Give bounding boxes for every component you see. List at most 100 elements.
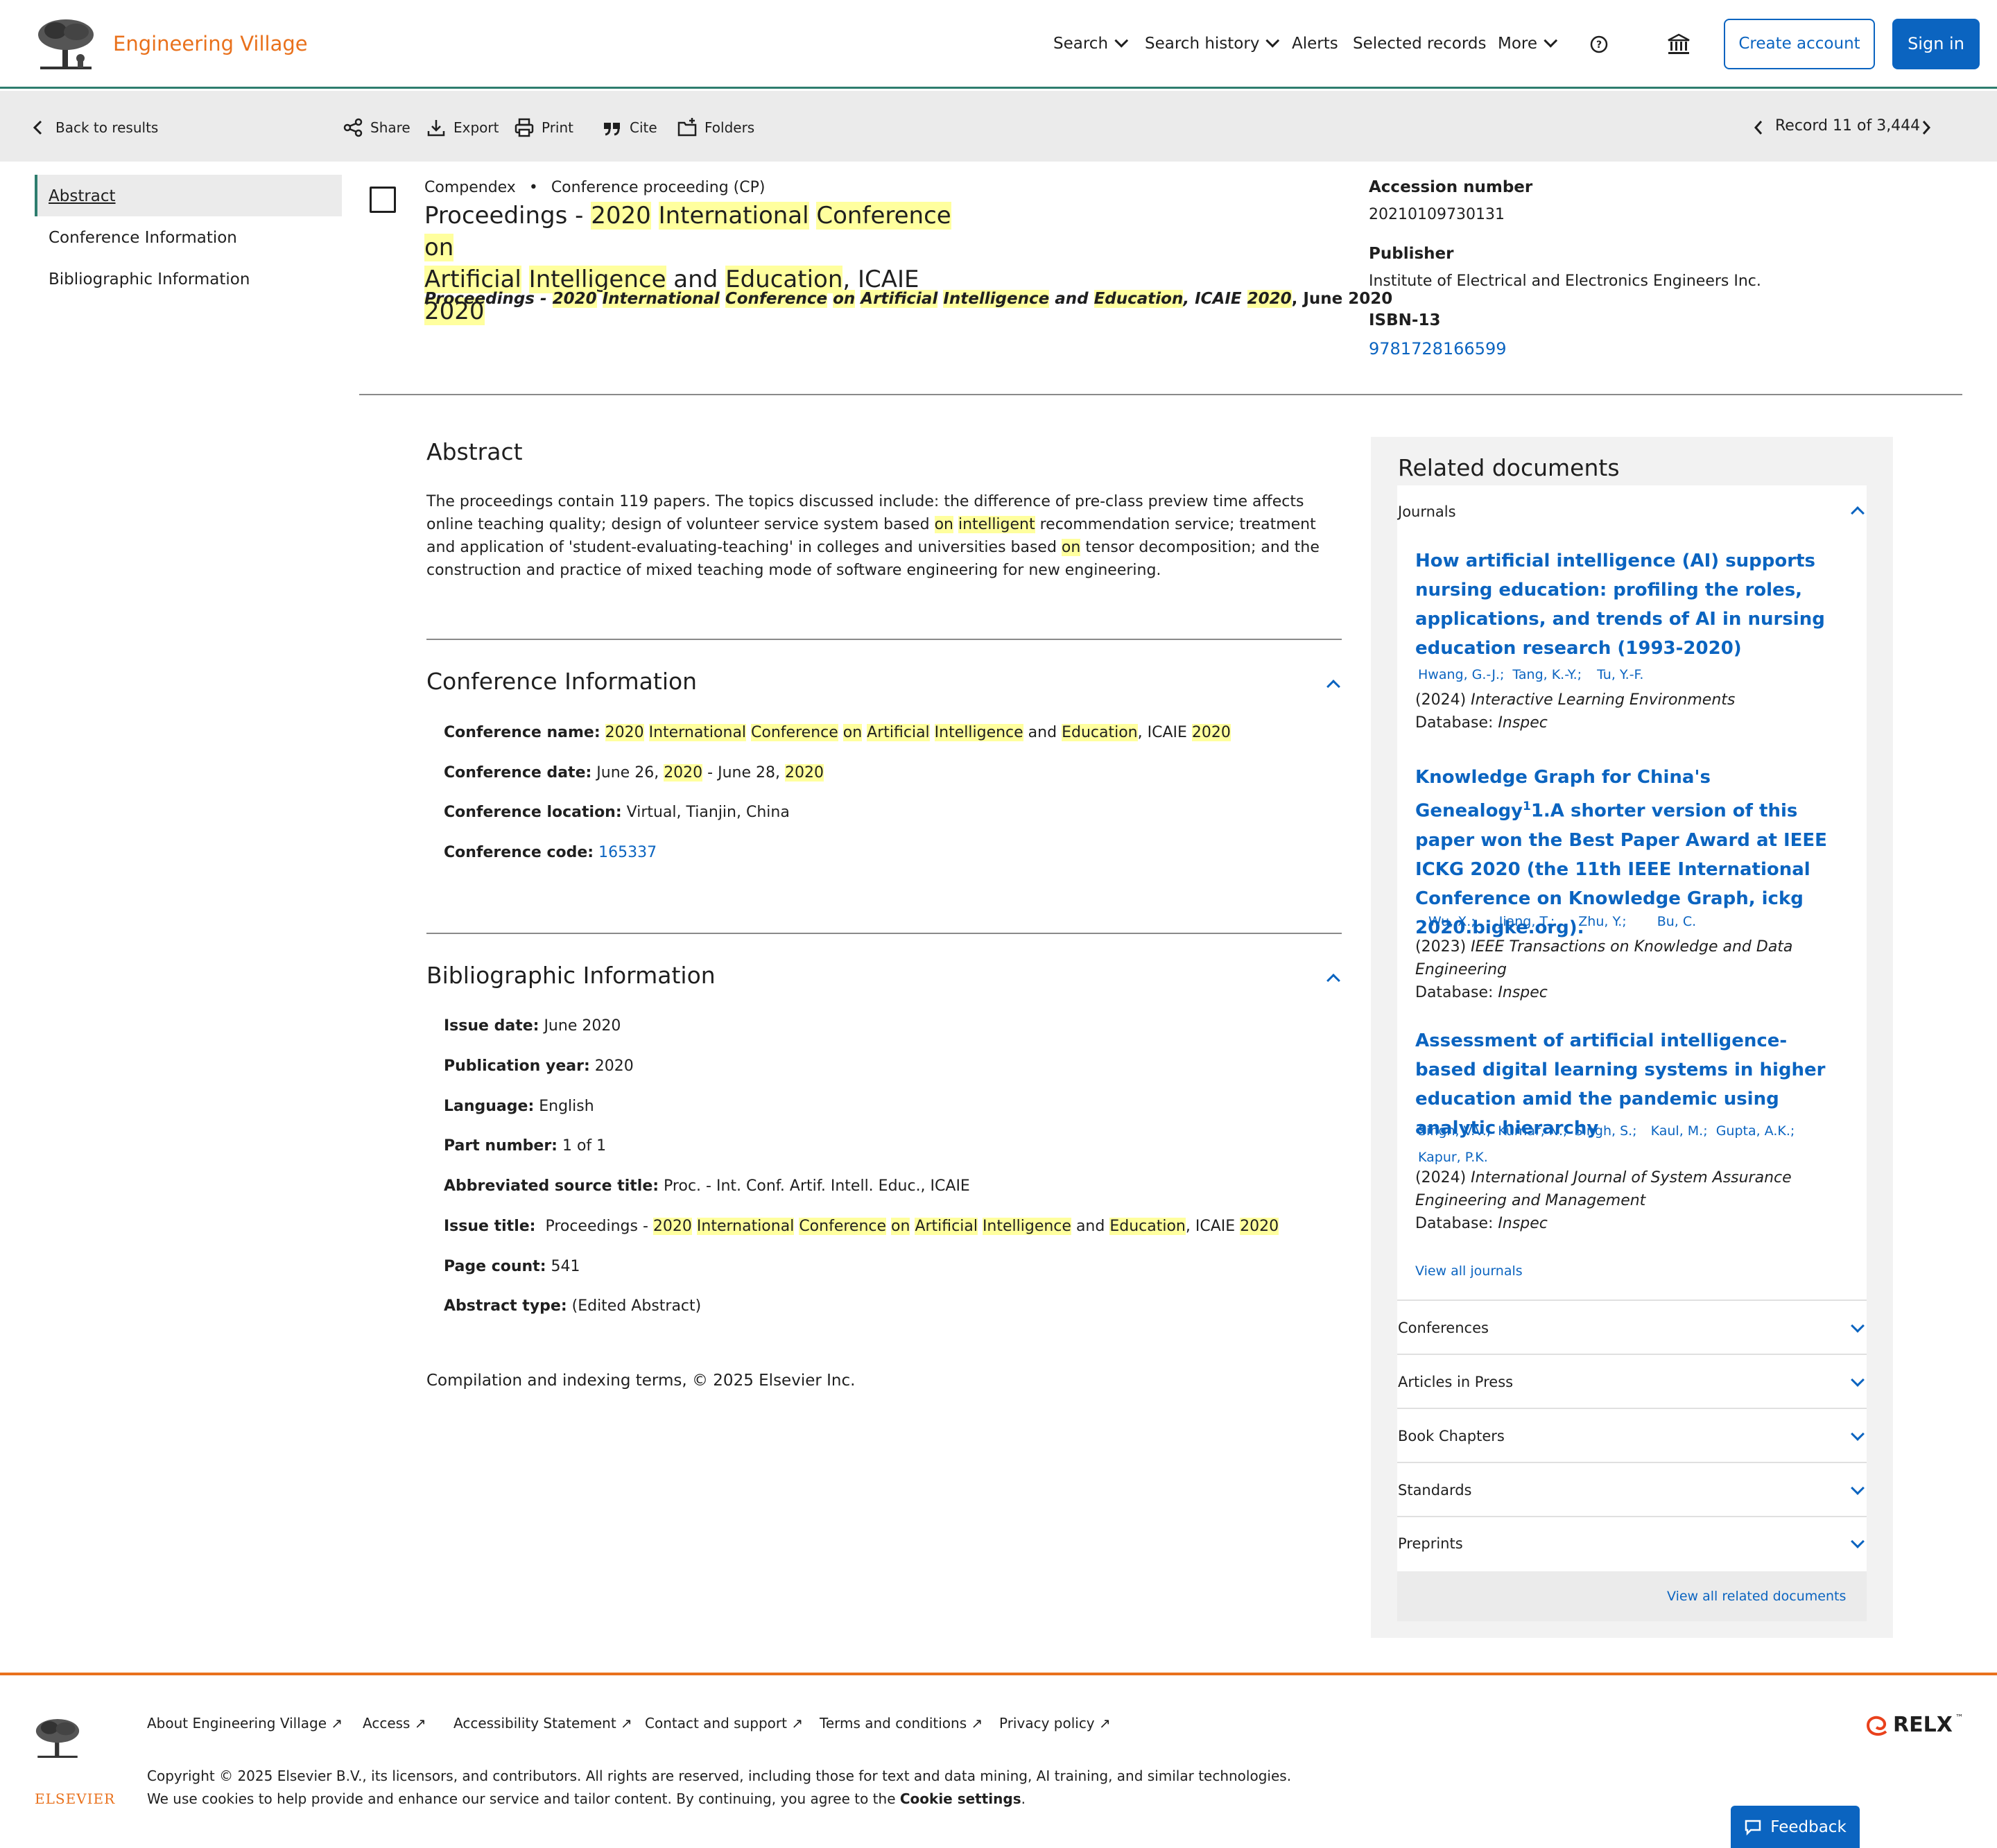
nav-alerts[interactable]: Alerts [1292, 35, 1338, 53]
footer-link-terms[interactable]: Terms and conditions ↗ [820, 1715, 983, 1732]
related-doc-authors: Hwang, G.-J.; Tang, K.-Y.; Tu, Y.-F. [1418, 667, 1643, 682]
quote-icon [604, 123, 620, 136]
relx-logo[interactable]: RELX ™ [1865, 1713, 1964, 1737]
view-all-journals-link[interactable]: View all journals [1415, 1263, 1523, 1279]
author-link[interactable]: Wu, X.; [1428, 914, 1476, 929]
date-part: - June 28, [702, 764, 785, 781]
nav-search[interactable]: Search [1053, 33, 1129, 53]
issue-date-label: Issue date: [444, 1017, 539, 1035]
conference-code-link[interactable]: 165337 [598, 844, 657, 861]
conferences-accordion[interactable]: Conferences [1398, 1320, 1489, 1336]
conf-part: Education [1062, 724, 1138, 741]
cite-button[interactable]: Cite [602, 117, 657, 138]
brand-name[interactable]: Engineering Village [113, 32, 308, 55]
select-record-checkbox[interactable] [370, 187, 396, 213]
author-link[interactable]: Kapur, P.K. [1418, 1150, 1488, 1165]
relx-wordmark: RELX [1893, 1713, 1953, 1737]
view-all-related-documents-link[interactable]: View all related documents [1667, 1589, 1846, 1604]
preprints-accordion[interactable]: Preprints [1398, 1535, 1463, 1552]
elsevier-tree-logo-icon[interactable] [33, 1714, 82, 1763]
title-part: International [658, 202, 809, 230]
back-to-results-link[interactable]: Back to results [28, 117, 158, 138]
side-nav-abstract[interactable]: Abstract [49, 187, 116, 205]
part-number-field: Part number: 1 of 1 [444, 1137, 606, 1155]
print-label: Print [542, 119, 574, 136]
author-link[interactable]: Singh, V.V.; [1418, 1123, 1491, 1139]
share-button[interactable]: Share [343, 117, 410, 138]
record-title: Proceedings - 2020 International Confere… [424, 200, 965, 327]
next-record-icon[interactable] [1918, 117, 1935, 138]
help-icon[interactable]: ? [1590, 35, 1608, 53]
isbn-link[interactable]: 9781728166599 [1369, 339, 1507, 359]
conference-heading: Conference Information [426, 668, 698, 695]
sign-in-button[interactable]: Sign in [1892, 19, 1980, 69]
bibliographic-heading: Bibliographic Information [426, 962, 716, 989]
document-type: Conference proceeding (CP) [551, 179, 766, 196]
previous-record-icon[interactable] [1750, 117, 1767, 138]
nav-search-history[interactable]: Search history [1145, 33, 1280, 53]
title-part [809, 202, 817, 230]
author-link[interactable]: Kumar, N.; [1498, 1123, 1567, 1139]
author-link[interactable]: Singh, S.; [1575, 1123, 1637, 1139]
footer-link-accessibility[interactable]: Accessibility Statement ↗ [453, 1715, 632, 1732]
title-part: and [666, 266, 726, 293]
footer-link-contact-label: Contact and support [645, 1715, 787, 1732]
cookie-settings-link[interactable]: Cookie settings [900, 1790, 1021, 1807]
conf-part: Intelligence [934, 724, 1023, 741]
publication-year-value: 2020 [589, 1057, 634, 1075]
abstract-heading: Abstract [426, 438, 523, 465]
feedback-button[interactable]: Feedback [1731, 1806, 1860, 1848]
folders-button[interactable]: Folders [677, 117, 754, 138]
issue-title-part: Intelligence [982, 1218, 1071, 1235]
accordion-divider [1397, 1354, 1867, 1355]
printer-icon [515, 118, 534, 137]
language-label: Language: [444, 1098, 535, 1115]
institution-icon[interactable] [1667, 33, 1691, 55]
author-link[interactable]: Hwang, G.-J.; [1418, 667, 1504, 682]
author-link[interactable]: Tu, Y.-F. [1597, 667, 1643, 682]
author-link[interactable]: Jiang, T.; [1499, 914, 1555, 929]
accordion-divider [1397, 1408, 1867, 1409]
author-link[interactable]: Gupta, A.K.; [1716, 1123, 1795, 1139]
side-nav-bibliographic-information[interactable]: Bibliographic Information [49, 270, 250, 288]
journals-accordion-label[interactable]: Journals [1398, 503, 1456, 520]
side-nav-conference-information[interactable]: Conference Information [49, 229, 237, 247]
related-doc-journal: Interactive Learning Environments [1471, 691, 1736, 709]
nav-selected-records[interactable]: Selected records [1353, 35, 1486, 53]
standards-accordion[interactable]: Standards [1398, 1482, 1471, 1499]
export-button[interactable]: Export [426, 117, 499, 138]
author-link[interactable]: Bu, C. [1657, 914, 1696, 929]
top-header: Engineering Village Search Search histor… [0, 0, 1997, 89]
footer-link-contact[interactable]: Contact and support ↗ [645, 1715, 803, 1732]
create-account-button[interactable]: Create account [1724, 19, 1875, 69]
articles-in-press-accordion[interactable]: Articles in Press [1398, 1374, 1513, 1390]
svg-text:?: ? [1596, 40, 1602, 51]
folders-label: Folders [704, 119, 755, 136]
issue-title-part: 2020 [1240, 1218, 1279, 1235]
footer-link-access[interactable]: Access ↗ [363, 1715, 426, 1732]
nav-more[interactable]: More [1498, 33, 1558, 53]
conf-part: on [842, 724, 863, 741]
footer-link-privacy[interactable]: Privacy policy ↗ [999, 1715, 1111, 1732]
author-link[interactable]: Kaul, M.; [1651, 1123, 1708, 1139]
page-count-label: Page count: [444, 1258, 546, 1275]
author-link[interactable]: Tang, K.-Y.; [1512, 667, 1582, 682]
conference-code-field: Conference code: 165337 [444, 844, 657, 861]
date-part: June 26, [591, 764, 664, 781]
conference-date-label: Conference date: [444, 764, 592, 781]
related-doc-title[interactable]: How artificial intelligence (AI) support… [1415, 546, 1838, 663]
issue-title-part: , ICAIE [1185, 1218, 1240, 1235]
author-link[interactable]: Zhu, Y.; [1578, 914, 1626, 929]
chevron-up-icon[interactable] [1326, 680, 1340, 693]
related-doc-authors: Wu, X.; Jiang, T.; Zhu, Y.; Bu, C. [1428, 914, 1696, 929]
title-part: Education [725, 266, 843, 293]
print-button[interactable]: Print [514, 117, 573, 138]
footer-link-about[interactable]: About Engineering Village ↗ [147, 1715, 343, 1732]
book-chapters-accordion[interactable]: Book Chapters [1398, 1428, 1505, 1444]
elsevier-tree-logo-icon[interactable] [35, 17, 97, 72]
abbreviated-title-value: Proc. - Int. Conf. Artif. Intell. Educ.,… [659, 1177, 970, 1195]
related-doc-meta: (2023) IEEE Transactions on Knowledge an… [1415, 935, 1838, 1004]
chevron-up-icon[interactable] [1326, 974, 1340, 987]
footer-link-access-label: Access [363, 1715, 410, 1732]
abstract-part: intelligent [958, 516, 1035, 533]
